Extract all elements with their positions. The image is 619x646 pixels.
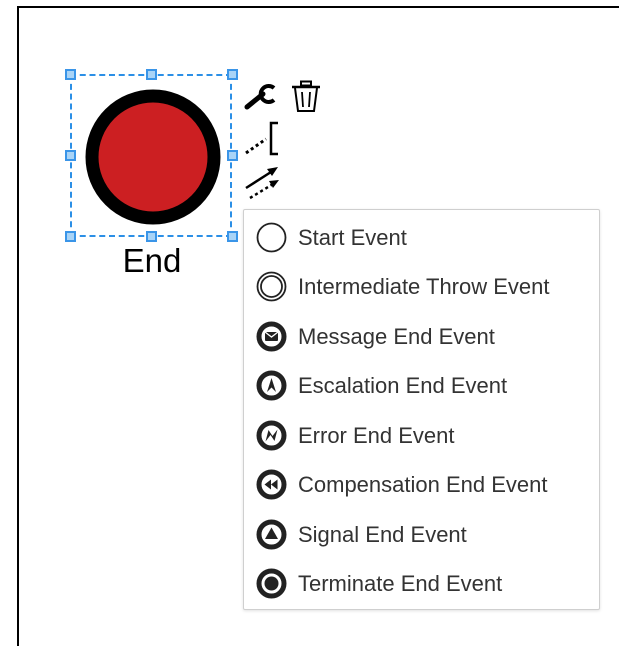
resize-handle-ne[interactable]	[227, 69, 238, 80]
menu-item-escalation-end-event[interactable]: Escalation End Event	[254, 365, 591, 405]
message-end-event-icon	[256, 321, 287, 352]
text-annotation-icon[interactable]	[244, 120, 284, 158]
menu-item-intermediate-throw-event[interactable]: Intermediate Throw Event	[254, 266, 591, 306]
menu-item-compensation-end-event[interactable]: Compensation End Event	[254, 464, 591, 504]
menu-item-label: Terminate End Event	[298, 571, 503, 596]
menu-item-start-event[interactable]: Start Event	[254, 217, 591, 257]
menu-item-terminate-end-event[interactable]: Terminate End Event	[254, 563, 591, 603]
start-event-icon	[256, 222, 287, 253]
menu-item-label: Signal End Event	[298, 522, 467, 547]
resize-handle-e[interactable]	[227, 150, 238, 161]
terminate-end-event-icon	[256, 568, 287, 599]
menu-item-label: Escalation End Event	[298, 373, 508, 398]
compensation-end-event-icon	[256, 469, 287, 500]
menu-item-signal-end-event[interactable]: Signal End Event	[254, 514, 591, 554]
resize-handle-n[interactable]	[146, 69, 157, 80]
menu-item-label: Error End Event	[298, 423, 455, 448]
resize-handle-w[interactable]	[65, 150, 76, 161]
resize-handle-se[interactable]	[227, 231, 238, 242]
resize-handle-nw[interactable]	[65, 69, 76, 80]
menu-item-error-end-event[interactable]: Error End Event	[254, 415, 591, 455]
resize-handle-sw[interactable]	[65, 231, 76, 242]
connect-arrow-icon[interactable]	[244, 164, 282, 200]
wrench-icon[interactable]	[243, 80, 281, 112]
replace-menu: Start Event Intermediate Throw Event Mes…	[243, 209, 600, 610]
menu-item-label: Start Event	[298, 225, 407, 250]
menu-item-label: Message End Event	[298, 324, 495, 349]
trash-icon[interactable]	[289, 80, 323, 114]
error-end-event-icon	[256, 420, 287, 451]
menu-item-label: Intermediate Throw Event	[298, 274, 550, 299]
menu-item-label: Compensation End Event	[298, 472, 548, 497]
intermediate-throw-event-icon	[256, 271, 287, 302]
escalation-end-event-icon	[256, 370, 287, 401]
selection-outline	[70, 74, 232, 237]
menu-item-message-end-event[interactable]: Message End Event	[254, 316, 591, 356]
element-label[interactable]: End	[100, 240, 204, 282]
signal-end-event-icon	[256, 519, 287, 550]
